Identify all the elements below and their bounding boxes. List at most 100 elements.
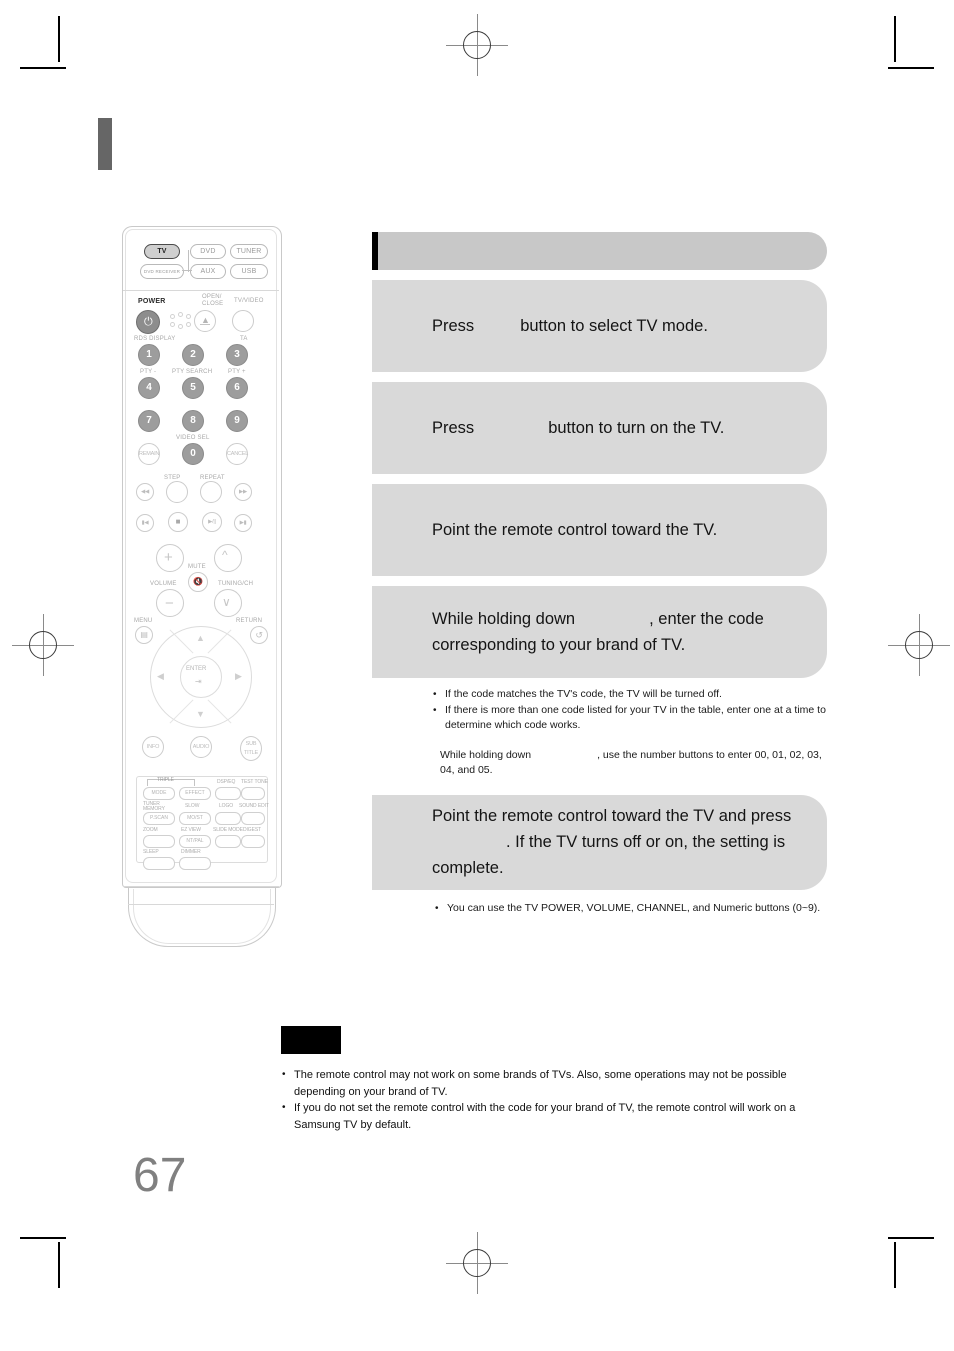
remote-button-fast-forward[interactable]: ▶▶ xyxy=(234,483,252,501)
remote-button-menu[interactable]: ▤ xyxy=(135,626,153,644)
chevron-down-icon: ∨ xyxy=(222,595,231,609)
remote-divider-1 xyxy=(123,290,279,291)
remote-button-sound-edit[interactable] xyxy=(241,812,265,825)
plus-icon: + xyxy=(164,549,173,566)
remote-navigation-pad[interactable]: ▲ ▼ ◀ ▶ ENTER ⇥ xyxy=(150,626,252,728)
step-4: While holding down, enter the code corre… xyxy=(372,586,827,678)
step-4-text: While holding down, enter the code corre… xyxy=(432,606,802,658)
remote-button-0[interactable]: 0 xyxy=(182,443,204,465)
registration-mark-left xyxy=(12,614,74,676)
remote-button-2[interactable]: 2 xyxy=(182,344,204,366)
remote-button-remain[interactable]: REMAIN xyxy=(138,443,160,465)
remote-button-digest[interactable] xyxy=(241,835,265,848)
remote-button-dimmer[interactable] xyxy=(179,857,211,870)
navpad-up-icon[interactable]: ▲ xyxy=(196,633,205,643)
remote-button-mute[interactable]: 🔇 xyxy=(188,572,208,592)
remote-button-effect[interactable]: EFFECT xyxy=(179,787,211,800)
remote-button-4[interactable]: 4 xyxy=(138,377,160,399)
remote-button-3[interactable]: 3 xyxy=(226,344,248,366)
remote-button-info[interactable]: INFO xyxy=(142,736,164,758)
remote-button-8[interactable]: 8 xyxy=(182,410,204,432)
remote-label-power: POWER xyxy=(138,298,166,305)
remote-label-pty-search: PTY SEARCH xyxy=(172,369,213,375)
remote-label-digest: DIGEST xyxy=(243,827,262,833)
remote-button-volume-down[interactable]: − xyxy=(156,589,184,617)
remote-button-tuning-down[interactable]: ∨ xyxy=(214,589,242,617)
remote-button-5[interactable]: 5 xyxy=(182,377,204,399)
remote-button-repeat[interactable] xyxy=(200,481,222,503)
remote-button-step[interactable] xyxy=(166,481,188,503)
remote-button-sleep[interactable] xyxy=(143,857,175,870)
remote-button-play-pause[interactable]: ▶/|| xyxy=(202,512,222,532)
navpad-right-icon[interactable]: ▶ xyxy=(235,671,242,682)
remote-button-stop[interactable]: ■ xyxy=(168,512,188,532)
remote-button-nt-pal[interactable]: NT/PAL xyxy=(179,835,211,848)
step-2-after: button to turn on the TV. xyxy=(548,419,725,437)
remote-label-tuning-ch: TUNING/CH xyxy=(218,581,254,587)
page-header-accent xyxy=(98,118,112,170)
remote-button-volume-up[interactable]: + xyxy=(156,544,184,572)
remote-button-return[interactable]: ↺ xyxy=(250,626,268,644)
remote-button-dsp-eq[interactable] xyxy=(215,787,241,800)
crop-mark-tr-v xyxy=(894,16,896,62)
bottom-note-item: If you do not set the remote control wit… xyxy=(281,1100,841,1133)
remote-label-triple: TRIPLE xyxy=(157,777,174,783)
step-5-before: Point the remote control toward the TV a… xyxy=(432,807,792,825)
remote-button-test-tone[interactable] xyxy=(241,787,265,800)
remote-button-slide-mode[interactable] xyxy=(215,835,241,848)
step-3: Point the remote control toward the TV. xyxy=(372,484,827,576)
registration-mark-bottom xyxy=(446,1232,508,1294)
step-1: Press button to select TV mode. xyxy=(372,280,827,372)
remote-label-video-sel: VIDEO SEL xyxy=(176,435,210,441)
remote-label-return: RETURN xyxy=(236,618,263,624)
navpad-left-icon[interactable]: ◀ xyxy=(157,671,164,682)
remote-button-1[interactable]: 1 xyxy=(138,344,160,366)
remote-button-subtitle[interactable]: SUB TITLE xyxy=(240,736,262,761)
section-title-marker xyxy=(372,232,378,270)
remote-button-9[interactable]: 9 xyxy=(226,410,248,432)
subtitle-line-1: SUB xyxy=(245,741,257,747)
remote-button-next[interactable]: ▶▮ xyxy=(234,514,252,532)
bottom-note-block: The remote control may not work on some … xyxy=(281,1026,841,1133)
remote-button-dvd[interactable]: DVD xyxy=(190,244,226,259)
remote-button-zoom[interactable] xyxy=(143,835,175,848)
step-4-before: While holding down xyxy=(432,610,576,628)
remote-button-tuning-up[interactable]: ^ xyxy=(214,544,242,572)
remote-button-usb[interactable]: USB xyxy=(230,264,268,279)
remote-label-slow: SLOW xyxy=(185,803,200,809)
remote-button-tv[interactable]: TV xyxy=(144,244,180,259)
remote-button-cancel[interactable]: CANCEL xyxy=(226,443,248,465)
registration-mark-top xyxy=(446,14,508,76)
remote-button-previous[interactable]: ▮◀ xyxy=(136,514,154,532)
remote-button-7[interactable]: 7 xyxy=(138,410,160,432)
section-title-bar xyxy=(372,232,827,270)
remote-button-audio[interactable]: AUDIO xyxy=(190,736,212,758)
remote-button-enter[interactable]: ENTER ⇥ xyxy=(180,656,222,698)
enter-label: ENTER xyxy=(186,666,207,672)
remote-button-rewind[interactable]: ◀◀ xyxy=(136,483,154,501)
remote-ir-dot-5 xyxy=(178,324,183,329)
remote-button-logo[interactable] xyxy=(215,812,241,825)
remote-label-volume: VOLUME xyxy=(150,581,177,587)
step-1-after: button to select TV mode. xyxy=(520,317,708,335)
remote-button-dvd-receiver[interactable]: DVD RECEIVER xyxy=(140,264,184,279)
remote-label-pty-minus: PTY - xyxy=(140,369,157,375)
remote-button-mo-st[interactable]: MO/ST xyxy=(179,812,211,825)
registration-mark-right xyxy=(888,614,950,676)
remote-button-6[interactable]: 6 xyxy=(226,377,248,399)
remote-button-tv-video[interactable] xyxy=(232,310,254,332)
remote-button-p-scan[interactable]: P.SCAN xyxy=(143,812,175,825)
remote-button-mode[interactable]: MODE xyxy=(143,787,175,800)
navpad-down-icon[interactable]: ▼ xyxy=(196,709,205,719)
remote-source-bracket xyxy=(188,250,189,272)
remote-button-aux[interactable]: AUX xyxy=(190,264,226,279)
step-3-before: Point the remote control toward the TV. xyxy=(432,521,718,539)
instruction-column: Press button to select TV mode. Press butt… xyxy=(372,232,827,916)
remote-button-tuner[interactable]: TUNER xyxy=(230,244,268,259)
page-number: 67 xyxy=(133,1149,187,1202)
minus-icon: − xyxy=(165,595,174,612)
remote-source-section: TV DVD TUNER DVD RECEIVER AUX USB xyxy=(132,244,270,284)
subtitle-line-2: TITLE xyxy=(244,750,258,756)
note-item: You can use the TV POWER, VOLUME, CHANNE… xyxy=(434,901,827,917)
remote-button-open-close[interactable]: ▲ xyxy=(194,310,216,332)
